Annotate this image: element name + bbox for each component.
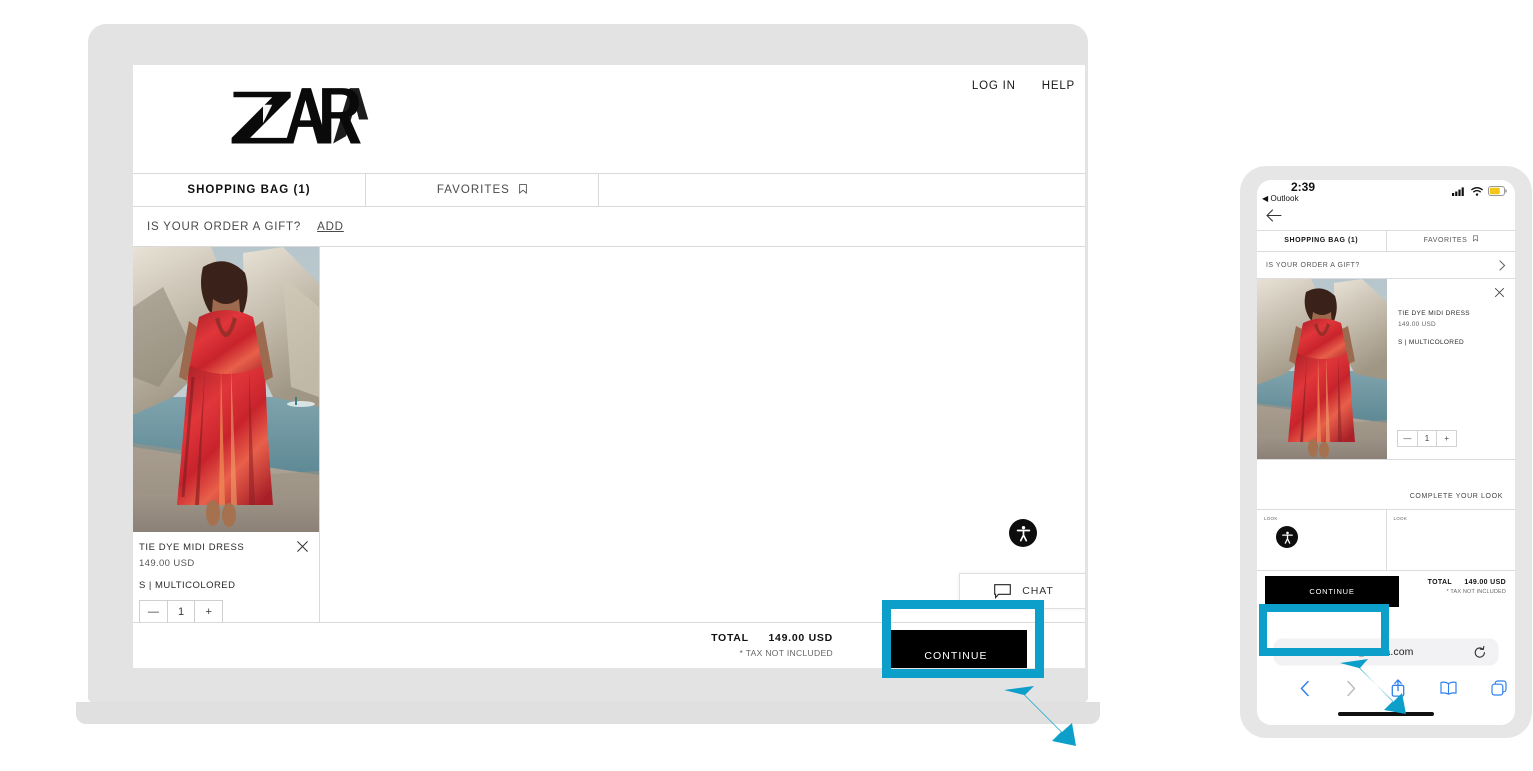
look-tile-label: LOOK xyxy=(1393,516,1408,521)
phone-continue-button[interactable]: CONTINUE xyxy=(1265,576,1399,607)
site-header: LOG IN HELP xyxy=(133,65,1085,173)
phone-bag-item: TIE DYE MIDI DRESS 149.00 USD S | MULTIC… xyxy=(1257,279,1515,460)
back-chevron-icon[interactable] xyxy=(1299,680,1311,697)
phone-product-image[interactable] xyxy=(1257,279,1387,459)
product-name: TIE DYE MIDI DRESS xyxy=(139,542,245,553)
bag-item: TIE DYE MIDI DRESS 149.00 USD S | MULTIC… xyxy=(133,247,320,624)
bookmark-icon xyxy=(519,184,527,194)
gift-add-link[interactable]: ADD xyxy=(317,221,344,233)
wifi-icon xyxy=(1471,186,1483,196)
bag-body: TIE DYE MIDI DRESS 149.00 USD S | MULTIC… xyxy=(133,247,1085,624)
total-label: TOTAL xyxy=(711,632,749,644)
chat-bubble-icon xyxy=(994,583,1012,599)
tab-filler xyxy=(599,174,1085,206)
chat-label: CHAT xyxy=(1022,585,1054,597)
laptop-base xyxy=(76,702,1100,724)
phone-product-price: 149.00 USD xyxy=(1398,321,1437,328)
remove-item-close-icon[interactable] xyxy=(296,540,309,553)
complete-your-look-heading: COMPLETE YOUR LOOK xyxy=(1409,493,1503,500)
look-tile[interactable]: LOOK xyxy=(1257,510,1387,570)
gift-question: IS YOUR ORDER A GIFT? xyxy=(147,220,302,233)
tab-shopping-bag[interactable]: SHOPPING BAG (1) xyxy=(133,174,366,206)
quantity-decrease-button[interactable]: — xyxy=(140,601,167,623)
look-tiles: LOOK LOOK xyxy=(1257,510,1515,571)
status-back-app[interactable]: ◀ Outlook xyxy=(1262,194,1299,203)
tab-favorites-label: FAVORITES xyxy=(436,184,510,196)
help-link[interactable]: HELP xyxy=(1042,80,1075,92)
signal-bars-icon xyxy=(1452,186,1464,196)
phone-quantity-value[interactable]: 1 xyxy=(1416,431,1438,446)
product-attributes: S | MULTICOLORED xyxy=(139,580,236,591)
look-tile[interactable]: LOOK xyxy=(1387,510,1516,570)
phone-quantity-decrease-button[interactable]: — xyxy=(1398,431,1417,446)
product-price: 149.00 USD xyxy=(139,558,195,569)
phone-tax-note: * TAX NOT INCLUDED xyxy=(1446,589,1506,595)
phone-total-block: TOTAL 149.00 USD * TAX NOT INCLUDED xyxy=(1428,579,1506,595)
quantity-stepper: — 1 + xyxy=(139,600,223,624)
phone-status-bar: 2:39 ◀ Outlook xyxy=(1257,180,1515,208)
bag-empty-area: CHAT xyxy=(320,247,1085,622)
phone-product-name: TIE DYE MIDI DRESS xyxy=(1398,310,1471,317)
zara-logo[interactable] xyxy=(229,77,369,149)
phone-quantity-increase-button[interactable]: + xyxy=(1437,431,1456,446)
phone-gift-row[interactable]: IS YOUR ORDER A GIFT? xyxy=(1257,252,1515,279)
pointer-arrow-phone xyxy=(1340,659,1406,714)
product-info: TIE DYE MIDI DRESS 149.00 USD S | MULTIC… xyxy=(133,532,319,624)
tab-favorites[interactable]: FAVORITES xyxy=(366,174,599,206)
phone-total-value: 149.00 USD xyxy=(1464,579,1506,586)
book-icon[interactable] xyxy=(1440,681,1457,695)
total-block: TOTAL 149.00 USD * TAX NOT INCLUDED xyxy=(711,632,833,658)
phone-remove-item-close-icon[interactable] xyxy=(1494,287,1505,298)
phone-tab-favorites-label: FAVORITES xyxy=(1423,237,1468,244)
phone-continue-button-highlight xyxy=(1259,604,1389,656)
product-image[interactable] xyxy=(133,247,319,532)
continue-button-highlight xyxy=(882,600,1044,678)
complete-your-look-section: COMPLETE YOUR LOOK xyxy=(1257,460,1515,510)
tax-note: * TAX NOT INCLUDED xyxy=(739,648,833,658)
gift-row[interactable]: IS YOUR ORDER A GIFT? ADD xyxy=(133,207,1085,247)
phone-bag-tabs: SHOPPING BAG (1) FAVORITES xyxy=(1257,230,1515,252)
battery-low-power-icon xyxy=(1488,186,1507,196)
bag-tabs: SHOPPING BAG (1) FAVORITES xyxy=(133,173,1085,207)
phone-total-label: TOTAL xyxy=(1427,579,1453,586)
look-tile-label: LOOK xyxy=(1264,516,1278,521)
accessibility-icon[interactable] xyxy=(1276,526,1298,548)
quantity-increase-button[interactable]: + xyxy=(195,601,222,623)
quantity-value[interactable]: 1 xyxy=(166,601,196,623)
phone-tab-favorites[interactable]: FAVORITES xyxy=(1387,231,1516,251)
back-arrow-icon[interactable] xyxy=(1265,208,1282,223)
phone-product-attributes: S | MULTICOLORED xyxy=(1398,339,1464,346)
phone-product-info: TIE DYE MIDI DRESS 149.00 USD S | MULTIC… xyxy=(1387,279,1515,459)
header-links: LOG IN HELP xyxy=(972,80,1075,92)
status-indicators xyxy=(1452,186,1507,196)
bookmark-icon xyxy=(1472,235,1478,242)
total-value: 149.00 USD xyxy=(768,632,833,644)
tabs-icon[interactable] xyxy=(1491,680,1507,696)
chevron-right-icon xyxy=(1499,259,1506,271)
pointer-arrow-desktop xyxy=(1004,686,1076,746)
phone-tab-shopping-bag[interactable]: SHOPPING BAG (1) xyxy=(1257,231,1387,251)
status-time: 2:39 xyxy=(1291,180,1316,194)
phone-quantity-stepper: — 1 + xyxy=(1397,430,1457,447)
reload-icon[interactable] xyxy=(1474,645,1486,659)
log-in-link[interactable]: LOG IN xyxy=(972,80,1016,92)
phone-back-row xyxy=(1257,208,1515,230)
accessibility-icon[interactable] xyxy=(1009,519,1037,547)
phone-gift-question: IS YOUR ORDER A GIFT? xyxy=(1266,261,1360,269)
laptop-screen: LOG IN HELP SHOPPING BAG (1) FAVORITES I… xyxy=(133,65,1085,668)
